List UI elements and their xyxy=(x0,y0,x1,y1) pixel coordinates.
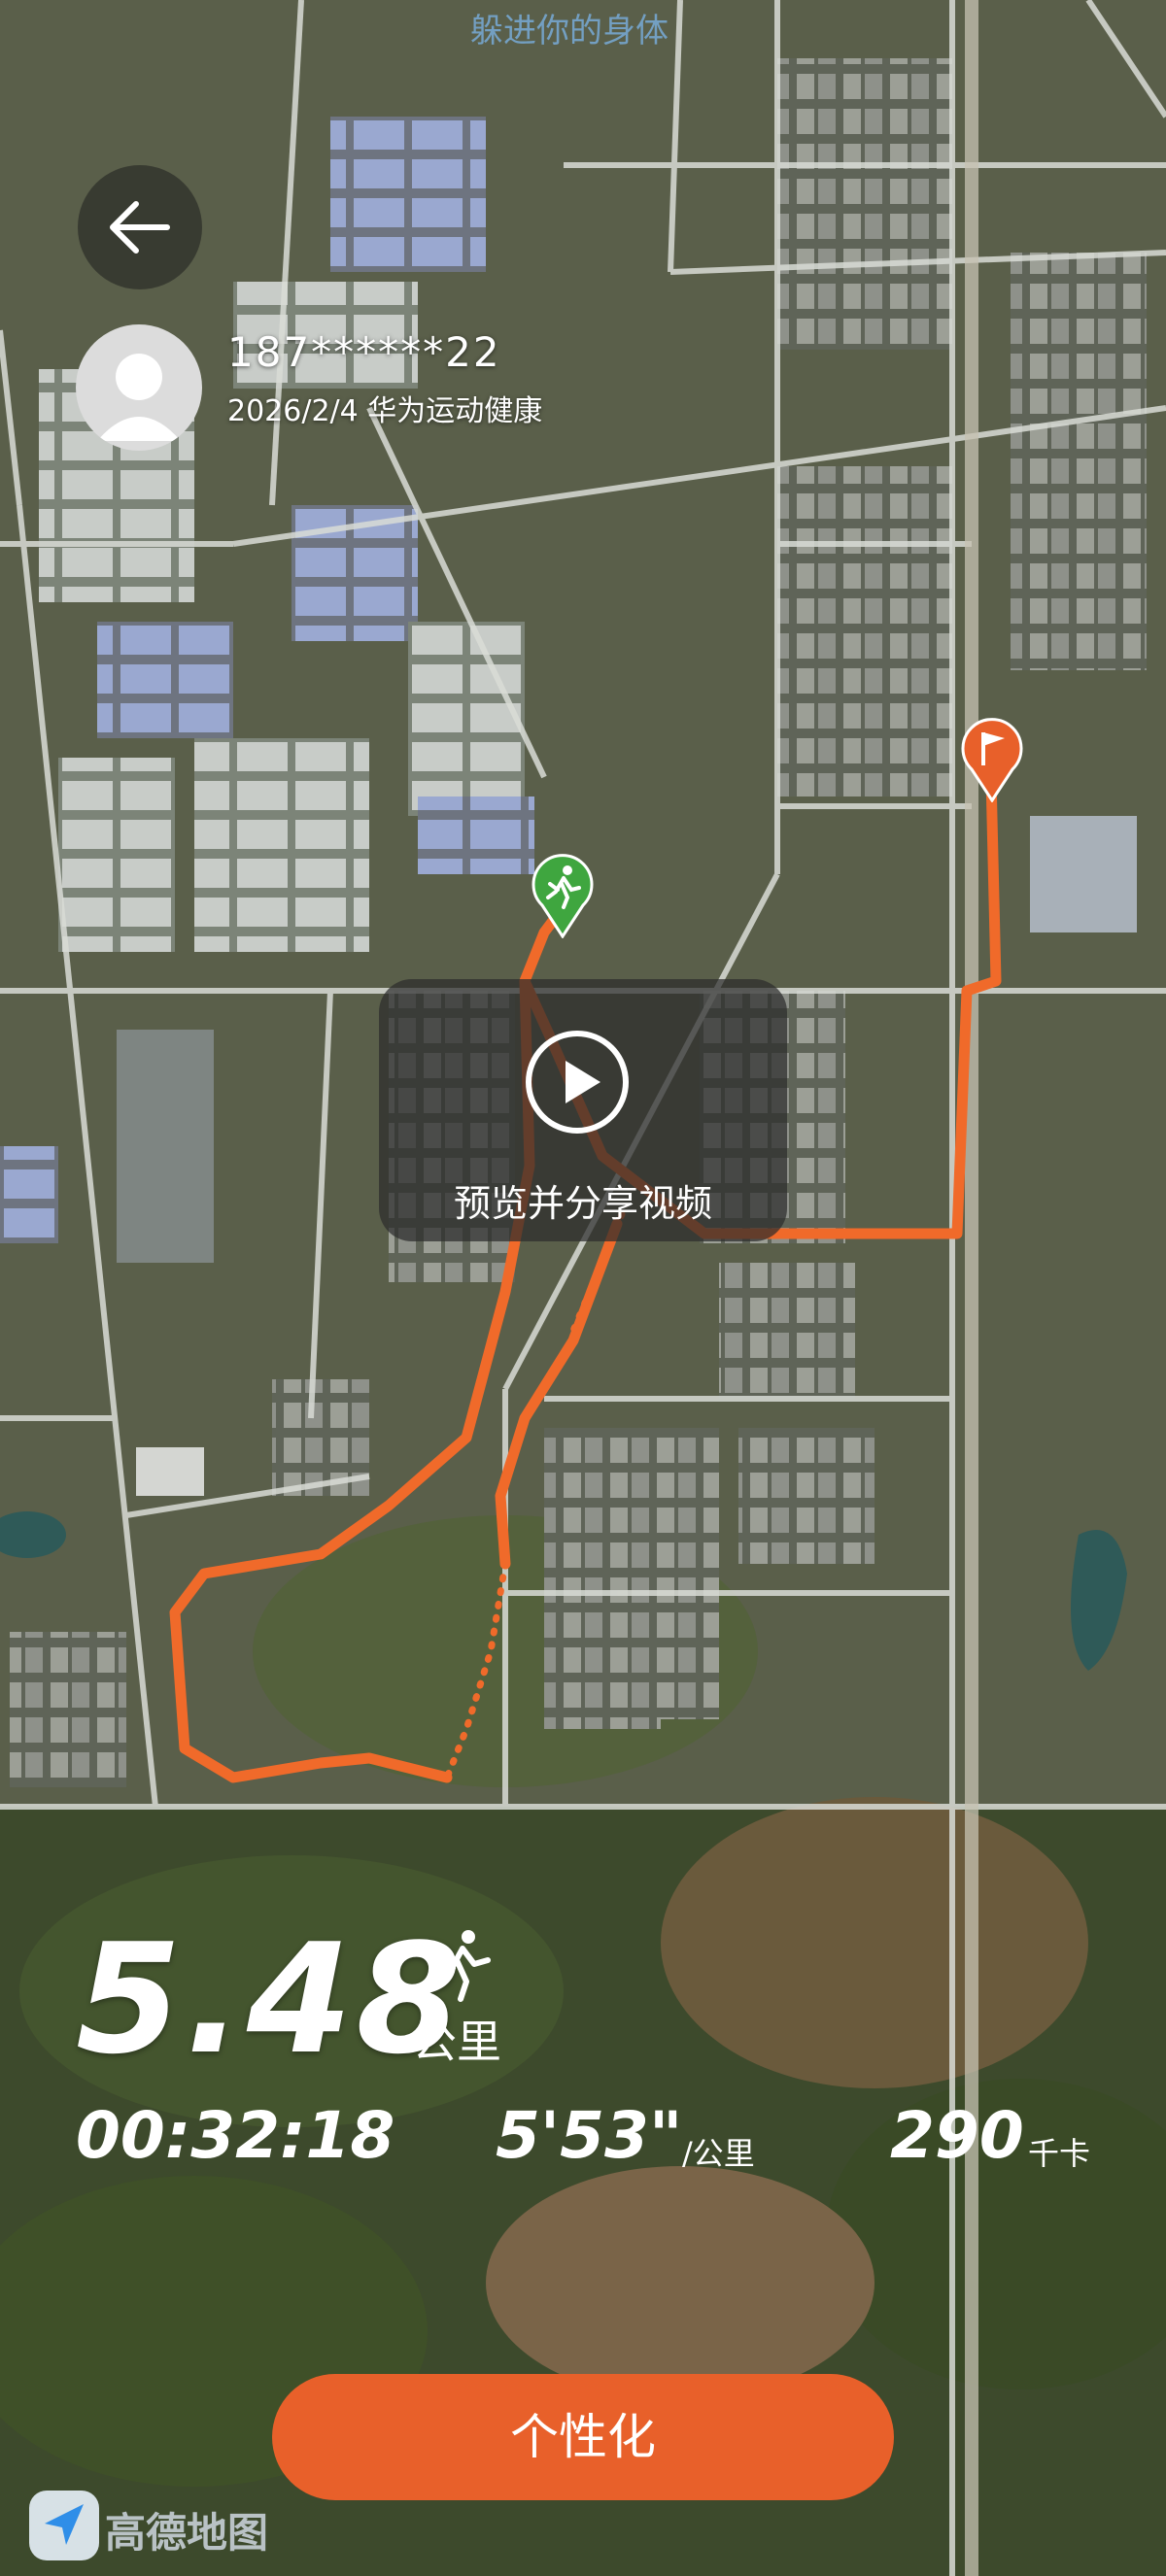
amap-logo-icon xyxy=(29,2491,99,2560)
personalize-button[interactable]: 个性化 xyxy=(272,2374,894,2500)
play-icon xyxy=(526,1031,629,1134)
preview-share-video-label: 预览并分享视频 xyxy=(453,1182,712,1225)
user-date-source: 2026/2/4 华为运动健康 xyxy=(227,394,543,428)
pace-value: 5'53" xyxy=(496,2098,683,2173)
amap-watermark-text: 高德地图 xyxy=(105,2509,269,2557)
arrow-left-icon xyxy=(110,201,170,254)
user-name: 187******22 xyxy=(227,328,501,376)
person-icon xyxy=(97,354,181,441)
distance-unit: 公里 xyxy=(412,2016,501,2068)
avatar[interactable] xyxy=(76,324,202,451)
start-runner-marker-icon xyxy=(532,854,594,938)
preview-share-video-button[interactable]: 预览并分享视频 xyxy=(379,979,787,1241)
calories-value: 290 xyxy=(890,2098,1024,2173)
back-button[interactable] xyxy=(78,165,202,289)
calories-unit: 千卡 xyxy=(1028,2135,1091,2172)
duration-value: 00:32:18 xyxy=(76,2098,395,2173)
top-banner-text: 躲进你的身体 xyxy=(470,12,669,51)
runner-icon xyxy=(429,1930,491,2002)
finish-flag-marker-icon xyxy=(961,718,1023,802)
distance-value: 5.48 xyxy=(76,1911,465,2087)
pace-unit: /公里 xyxy=(682,2135,755,2172)
